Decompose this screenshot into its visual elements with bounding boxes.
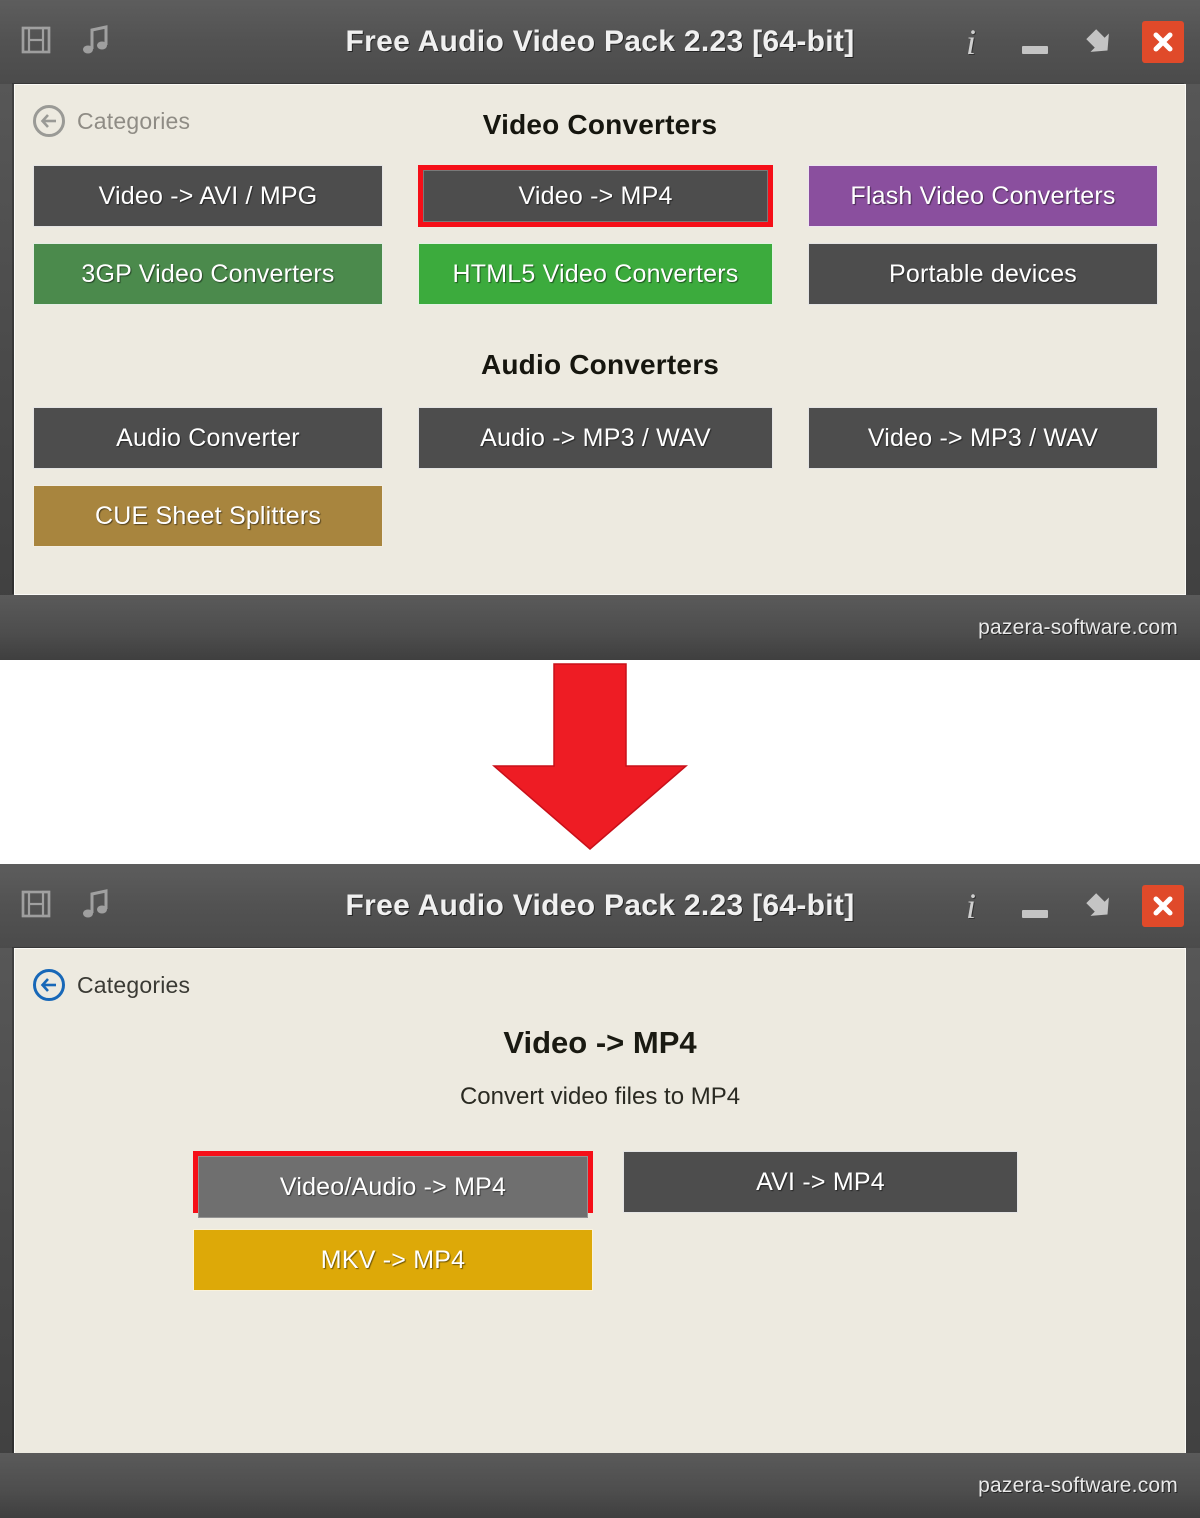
content-panel-categories: Categories Video Converters Video -> AVI… [14,84,1186,595]
button-avi-mp4[interactable]: AVI -> MP4 [623,1151,1018,1213]
red-down-arrow [492,663,688,850]
info-icon[interactable]: i [950,885,992,927]
button-video-mp3-wav[interactable]: Video -> MP3 / WAV [808,407,1158,469]
audio-converters-grid: Audio Converter Audio -> MP3 / WAV Video… [15,407,1185,547]
titlebar-controls-2: i [950,864,1184,948]
titlebar: Free Audio Video Pack 2.23 [64-bit] i [0,0,1200,84]
button-video-avi-mpg[interactable]: Video -> AVI / MPG [33,165,383,227]
button-video-mp4[interactable]: Video -> MP4 [423,170,768,222]
music-note-icon [80,887,112,926]
button-html5-video-converters[interactable]: HTML5 Video Converters [418,243,773,305]
minimize-icon[interactable] [1014,885,1056,927]
mp4-converters-grid: Video/Audio -> MP4 AVI -> MP4 MKV -> MP4 [193,1151,1185,1291]
window-video-to-mp4: Free Audio Video Pack 2.23 [64-bit] i Ca… [0,864,1200,1518]
back-arrow-circle-icon [33,105,65,137]
status-website-label: pazera-software.com [978,1473,1178,1497]
button-flash-video-converters[interactable]: Flash Video Converters [808,165,1158,227]
back-to-categories-button-2[interactable]: Categories [15,949,190,1001]
info-icon[interactable]: i [950,21,992,63]
section-heading-video-converters: Video Converters [482,109,718,140]
button-audio-converter[interactable]: Audio Converter [33,407,383,469]
back-label: Categories [77,107,191,134]
highlight-video-mp4: Video -> MP4 [418,165,773,227]
button-cue-sheet-splitters[interactable]: CUE Sheet Splitters [33,485,383,547]
back-to-categories-button[interactable]: Categories [15,85,190,137]
button-video-audio-mp4[interactable]: Video/Audio -> MP4 [198,1156,588,1218]
button-portable-devices[interactable]: Portable devices [808,243,1158,305]
status-website-label: pazera-software.com [978,615,1178,639]
minimize-to-tray-icon[interactable] [1078,21,1120,63]
minimize-icon[interactable] [1014,21,1056,63]
page-subtitle: Convert video files to MP4 [459,1083,741,1110]
statusbar-2: pazera-software.com [0,1453,1200,1518]
back-arrow-circle-icon [33,969,65,1001]
music-note-icon [80,23,112,62]
close-icon[interactable] [1142,885,1184,927]
content-panel-detail: Categories Video -> MP4 Convert video fi… [14,948,1186,1518]
button-3gp-video-converters[interactable]: 3GP Video Converters [33,243,383,305]
button-audio-mp3-wav[interactable]: Audio -> MP3 / WAV [418,407,773,469]
highlight-video-audio-mp4: Video/Audio -> MP4 [193,1151,593,1218]
window-categories: Free Audio Video Pack 2.23 [64-bit] i Ca… [0,0,1200,660]
titlebar-controls: i [950,0,1184,84]
close-icon[interactable] [1142,21,1184,63]
minimize-to-tray-icon[interactable] [1078,885,1120,927]
back-label: Categories [77,971,191,998]
statusbar: pazera-software.com [0,595,1200,660]
section-heading-audio-converters: Audio Converters [480,349,720,380]
video-converters-grid: Video -> AVI / MPG Video -> MP4 Flash Vi… [15,165,1185,305]
titlebar-app-icons [0,23,112,62]
titlebar-2: Free Audio Video Pack 2.23 [64-bit] i [0,864,1200,948]
annotation-area [0,660,1200,864]
titlebar-app-icons-2 [0,887,112,926]
page-title: Video -> MP4 [503,1025,697,1060]
film-strip-icon [20,888,52,925]
button-mkv-mp4[interactable]: MKV -> MP4 [193,1229,593,1291]
film-strip-icon [20,24,52,61]
